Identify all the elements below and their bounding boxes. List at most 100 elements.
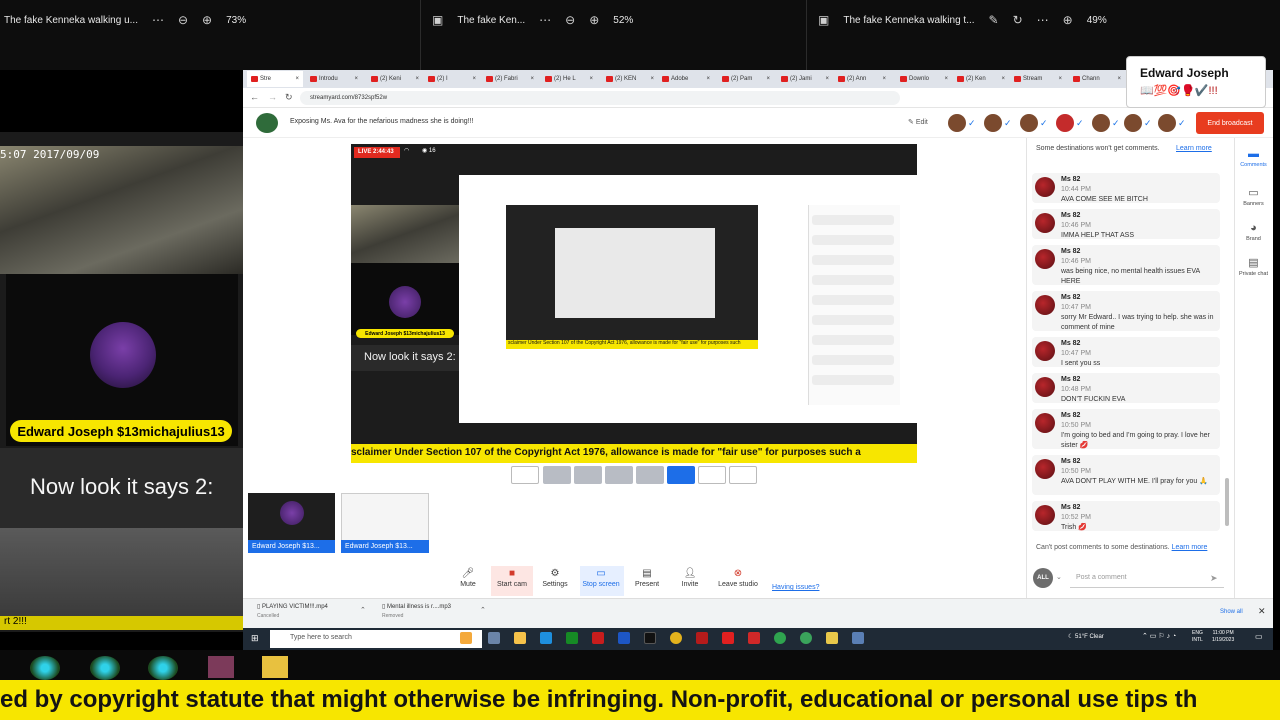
chevron-up-icon[interactable]: ⌃	[360, 606, 366, 614]
layout-thin-button[interactable]	[605, 466, 633, 484]
browser-tab[interactable]: Stream ×	[1010, 71, 1066, 87]
calculator-icon[interactable]	[852, 632, 864, 644]
sidebar-item-comments[interactable]: ▬ Comments	[1236, 148, 1271, 168]
clock[interactable]: 11:00 PM 1/19/2023	[1212, 630, 1234, 644]
more-icon[interactable]: ⋯	[152, 13, 164, 27]
viewer-tab-right[interactable]: ▣ The fake Kenneka walking t... ✎ ↻ ⋯ ⊕ …	[818, 0, 1107, 40]
notes-icon[interactable]	[826, 632, 838, 644]
back-icon[interactable]: ←	[250, 92, 259, 102]
guest-avatar[interactable]	[984, 114, 1002, 132]
task-view-icon[interactable]	[488, 632, 500, 644]
folder-icon[interactable]	[514, 632, 526, 644]
layout-pip-button[interactable]	[667, 466, 695, 484]
close-icon[interactable]: ×	[825, 76, 829, 82]
browser-tab[interactable]: (2) He L ×	[541, 71, 597, 87]
guest-avatar[interactable]	[1056, 114, 1074, 132]
language-indicator[interactable]: ENG INTL	[1192, 630, 1203, 644]
forward-icon[interactable]: →	[268, 92, 277, 102]
browser-tab[interactable]: Downlo ×	[896, 71, 952, 87]
send-icon[interactable]: ➤	[1210, 573, 1218, 584]
comment-input[interactable]: Post a comment	[1070, 570, 1224, 588]
close-icon[interactable]: ×	[354, 76, 358, 82]
learn-more-link[interactable]: Learn more	[1172, 544, 1208, 551]
chat-scrollbar[interactable]	[1225, 478, 1229, 526]
browser-tab[interactable]: (2) Ann ×	[834, 71, 890, 87]
edit-icon[interactable]: ✎	[989, 13, 999, 27]
close-icon[interactable]: ×	[530, 76, 534, 82]
close-icon[interactable]: ×	[944, 76, 948, 82]
layout-sidebar-button[interactable]	[636, 466, 664, 484]
app-icon[interactable]	[460, 632, 472, 644]
sidebar-item-brand[interactable]: ◕ Brand	[1236, 222, 1271, 242]
edge-icon[interactable]	[540, 632, 552, 644]
zoom-out-icon[interactable]: ⊖	[565, 13, 575, 27]
all-destinations-badge[interactable]: ALL	[1033, 568, 1053, 588]
browser-tab[interactable]: Adobe ×	[658, 71, 714, 87]
close-icon[interactable]: ×	[295, 76, 299, 82]
browser-tab[interactable]: (2) KEN ×	[602, 71, 658, 87]
zoom-out-icon[interactable]: ⊖	[178, 13, 188, 27]
app-icon[interactable]	[696, 632, 708, 644]
viewer-tab-left[interactable]: The fake Kenneka walking u... ⋯ ⊖ ⊕ 73%	[4, 0, 246, 40]
browser-tab[interactable]: (2) I ×	[424, 71, 480, 87]
layout-split-button[interactable]	[698, 466, 726, 484]
sidebar-item-private-chat[interactable]: ▤ Private chat	[1236, 256, 1271, 277]
more-icon[interactable]: ⋯	[539, 13, 551, 27]
layout-group-button[interactable]	[543, 466, 571, 484]
zoom-in-icon[interactable]: ⊕	[202, 13, 212, 27]
zoom-in-icon[interactable]: ⊕	[1063, 13, 1073, 27]
browser-tab[interactable]: Stre ×	[247, 71, 303, 87]
close-icon[interactable]: ×	[1058, 76, 1062, 82]
browser-tab[interactable]: Introdu ×	[306, 71, 362, 87]
reload-icon[interactable]: ↻	[285, 92, 293, 103]
mute-button[interactable]: 🎤︎ Mute	[447, 568, 489, 594]
close-icon[interactable]: ×	[589, 76, 593, 82]
chevron-down-icon[interactable]: ⌄	[1056, 573, 1062, 581]
youtube-icon[interactable]	[722, 632, 734, 644]
having-issues-link[interactable]: Having issues?	[772, 584, 819, 591]
layout-solo-button[interactable]	[511, 466, 539, 484]
guest-avatar[interactable]	[948, 114, 966, 132]
start-cam-button[interactable]: ■ Start cam	[491, 568, 533, 594]
layout-leader-button[interactable]	[574, 466, 602, 484]
edit-button[interactable]: ✎ Edit	[908, 118, 928, 126]
close-icon[interactable]: ×	[706, 76, 710, 82]
xbox-icon[interactable]	[566, 632, 578, 644]
close-icon[interactable]: ×	[766, 76, 770, 82]
chrome-icon[interactable]	[670, 632, 682, 644]
close-icon[interactable]: ✕	[1258, 606, 1266, 617]
guest-avatar[interactable]	[1020, 114, 1038, 132]
present-button[interactable]: ▤ Present	[626, 568, 668, 594]
browser-tab[interactable]: (2) Pam ×	[718, 71, 774, 87]
invite-button[interactable]: 👤︎ Invite	[669, 568, 711, 594]
rotate-icon[interactable]: ↻	[1013, 13, 1023, 27]
close-icon[interactable]: ×	[415, 76, 419, 82]
windows-icon[interactable]: ⊞	[251, 633, 259, 644]
browser-tab[interactable]: (2) Jami ×	[777, 71, 833, 87]
layout-full-button[interactable]	[729, 466, 757, 484]
browser-tab[interactable]: (2) Keni ×	[367, 71, 423, 87]
notification-icon[interactable]: ▭	[1255, 632, 1263, 641]
system-tray-icons[interactable]: ⌃ ▭ ⚐ ♪ ◔	[1142, 632, 1176, 640]
app-icon[interactable]	[748, 632, 760, 644]
close-icon[interactable]: ×	[882, 76, 886, 82]
app-icon[interactable]	[774, 632, 786, 644]
taskbar-search[interactable]: Type here to search	[270, 630, 482, 648]
sidebar-item-banners[interactable]: ▭ Banners	[1236, 186, 1271, 207]
close-icon[interactable]: ×	[472, 76, 476, 82]
facebook-icon[interactable]	[618, 632, 630, 644]
zoom-in-icon[interactable]: ⊕	[589, 13, 599, 27]
leave-studio-button[interactable]: ⊗ Leave studio	[712, 568, 764, 594]
learn-more-link[interactable]: Learn more	[1176, 145, 1212, 152]
weather-tray[interactable]: ☾ 51°F Clear	[1068, 633, 1104, 640]
show-all-link[interactable]: Show all	[1220, 609, 1243, 615]
end-broadcast-button[interactable]: End broadcast	[1196, 112, 1264, 134]
url-field[interactable]: streamyard.com/8732spf52w	[300, 91, 900, 105]
chrome-icon[interactable]	[800, 632, 812, 644]
viewer-tab-mid[interactable]: ▣ The fake Ken... ⋯ ⊖ ⊕ 52%	[432, 0, 633, 40]
guest-avatar[interactable]	[1124, 114, 1142, 132]
download-item[interactable]: ▯ Mental illness is r....mp3 Removed	[382, 603, 451, 619]
guest-avatar[interactable]	[1158, 114, 1176, 132]
tiktok-icon[interactable]	[644, 632, 656, 644]
browser-tab[interactable]: (2) Fabri ×	[482, 71, 538, 87]
